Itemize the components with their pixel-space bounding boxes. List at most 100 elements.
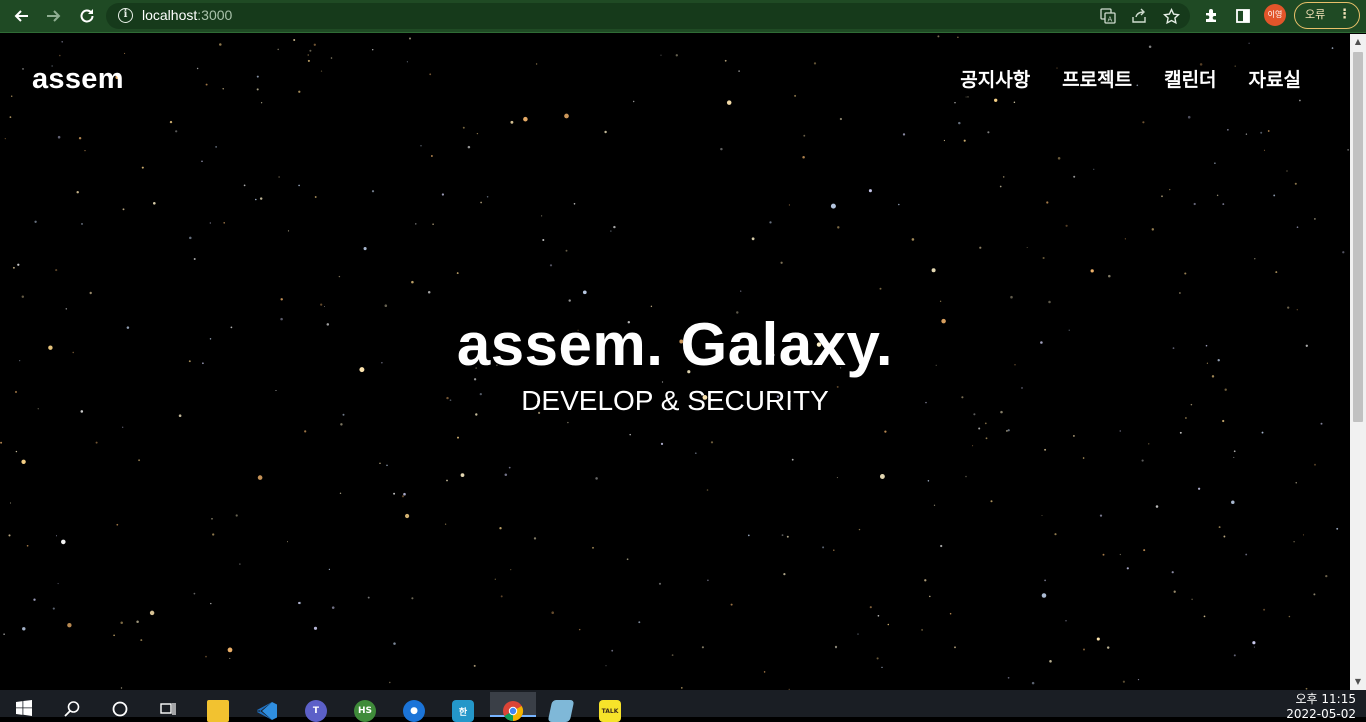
error-button[interactable]: 오류 ⋮ xyxy=(1294,2,1360,29)
star xyxy=(887,623,890,626)
vertical-scrollbar[interactable]: ▲ ▼ xyxy=(1350,34,1366,690)
star xyxy=(1065,620,1067,622)
star xyxy=(510,120,514,124)
back-icon[interactable] xyxy=(9,5,33,27)
bookmark-star-icon[interactable] xyxy=(1159,5,1183,27)
forward-icon[interactable] xyxy=(42,5,66,27)
star xyxy=(1171,571,1174,574)
nav-item-calendar[interactable]: 캘린더 xyxy=(1164,65,1216,92)
url-text[interactable]: localhost:3000 xyxy=(142,7,232,23)
scrollbar-thumb[interactable] xyxy=(1353,52,1363,422)
star xyxy=(1296,226,1299,229)
star xyxy=(0,441,3,444)
star xyxy=(540,215,543,217)
vscode-icon[interactable] xyxy=(247,692,287,720)
maps-icon[interactable]: ● xyxy=(394,692,434,722)
star xyxy=(747,534,750,537)
star xyxy=(858,528,861,531)
star xyxy=(1342,251,1345,254)
star xyxy=(876,657,879,660)
star xyxy=(239,563,241,565)
star xyxy=(411,597,414,600)
star xyxy=(1013,101,1016,103)
star xyxy=(763,671,766,673)
star xyxy=(658,582,662,585)
star xyxy=(205,655,207,658)
star xyxy=(881,666,883,668)
star xyxy=(650,305,653,308)
star xyxy=(260,102,263,104)
star xyxy=(1320,422,1323,425)
star xyxy=(990,500,993,503)
scroll-up-arrow-icon[interactable]: ▲ xyxy=(1350,34,1366,50)
hero-subtitle: DEVELOP & SECURITY xyxy=(521,385,829,416)
star xyxy=(307,54,309,56)
star xyxy=(78,136,82,140)
star xyxy=(379,462,381,465)
cortana-icon[interactable] xyxy=(100,692,140,717)
nav-item-notices[interactable]: 공지사항 xyxy=(960,65,1030,92)
star xyxy=(1031,681,1035,685)
star xyxy=(193,592,196,595)
star xyxy=(924,579,927,582)
kakaotalk-icon[interactable]: TALK xyxy=(590,692,630,722)
star xyxy=(979,246,982,249)
star xyxy=(788,204,790,206)
star xyxy=(227,647,233,653)
teams-icon[interactable]: T xyxy=(296,692,336,722)
start-icon[interactable] xyxy=(4,692,44,717)
scroll-down-arrow-icon[interactable]: ▼ xyxy=(1350,674,1366,690)
star xyxy=(985,437,988,440)
star xyxy=(573,202,576,205)
notepad-icon[interactable] xyxy=(541,692,581,722)
star xyxy=(229,657,231,659)
share-icon[interactable] xyxy=(1127,5,1151,27)
star xyxy=(1293,541,1295,543)
star xyxy=(480,201,482,204)
star xyxy=(931,268,936,273)
site-info-icon[interactable]: i xyxy=(118,8,133,23)
star xyxy=(473,664,476,667)
star xyxy=(1096,637,1100,641)
star xyxy=(235,514,238,517)
star xyxy=(460,473,465,477)
star xyxy=(592,546,594,549)
star xyxy=(1325,574,1328,578)
star xyxy=(215,146,217,148)
star xyxy=(629,433,631,436)
hangul-icon[interactable]: 한 xyxy=(443,692,483,722)
nav-item-projects[interactable]: 프로젝트 xyxy=(1062,65,1132,92)
star xyxy=(313,626,318,630)
task-view-icon[interactable] xyxy=(148,692,188,717)
star xyxy=(298,601,302,605)
chrome-icon[interactable] xyxy=(490,692,536,722)
side-panel-icon[interactable] xyxy=(1231,5,1255,27)
star xyxy=(610,230,612,232)
star xyxy=(136,620,139,623)
star xyxy=(1233,450,1236,453)
star xyxy=(549,264,553,267)
star xyxy=(791,458,794,461)
nav-item-archive[interactable]: 자료실 xyxy=(1249,65,1301,92)
star xyxy=(1184,417,1187,419)
profile-avatar[interactable]: 이영 xyxy=(1264,4,1286,26)
star xyxy=(1122,680,1125,683)
star xyxy=(879,287,882,290)
star xyxy=(949,612,952,615)
address-bar[interactable]: i localhost:3000 A xyxy=(106,3,1190,29)
reload-icon[interactable] xyxy=(75,5,99,27)
star xyxy=(1119,430,1121,432)
site-logo[interactable]: assem xyxy=(32,63,124,96)
star xyxy=(701,646,704,649)
hs-app-icon[interactable]: HS xyxy=(345,692,385,722)
translate-icon[interactable]: A xyxy=(1096,5,1120,27)
star xyxy=(257,475,263,480)
extensions-icon[interactable] xyxy=(1199,5,1223,27)
star xyxy=(1216,194,1219,197)
star xyxy=(8,534,11,537)
file-explorer-icon[interactable] xyxy=(198,692,238,722)
system-clock[interactable]: 오후 11:15 2022-05-02 xyxy=(1286,692,1356,722)
menu-kebab-icon[interactable]: ⋮ xyxy=(1338,3,1351,27)
star xyxy=(542,238,545,242)
search-icon[interactable] xyxy=(52,692,92,717)
